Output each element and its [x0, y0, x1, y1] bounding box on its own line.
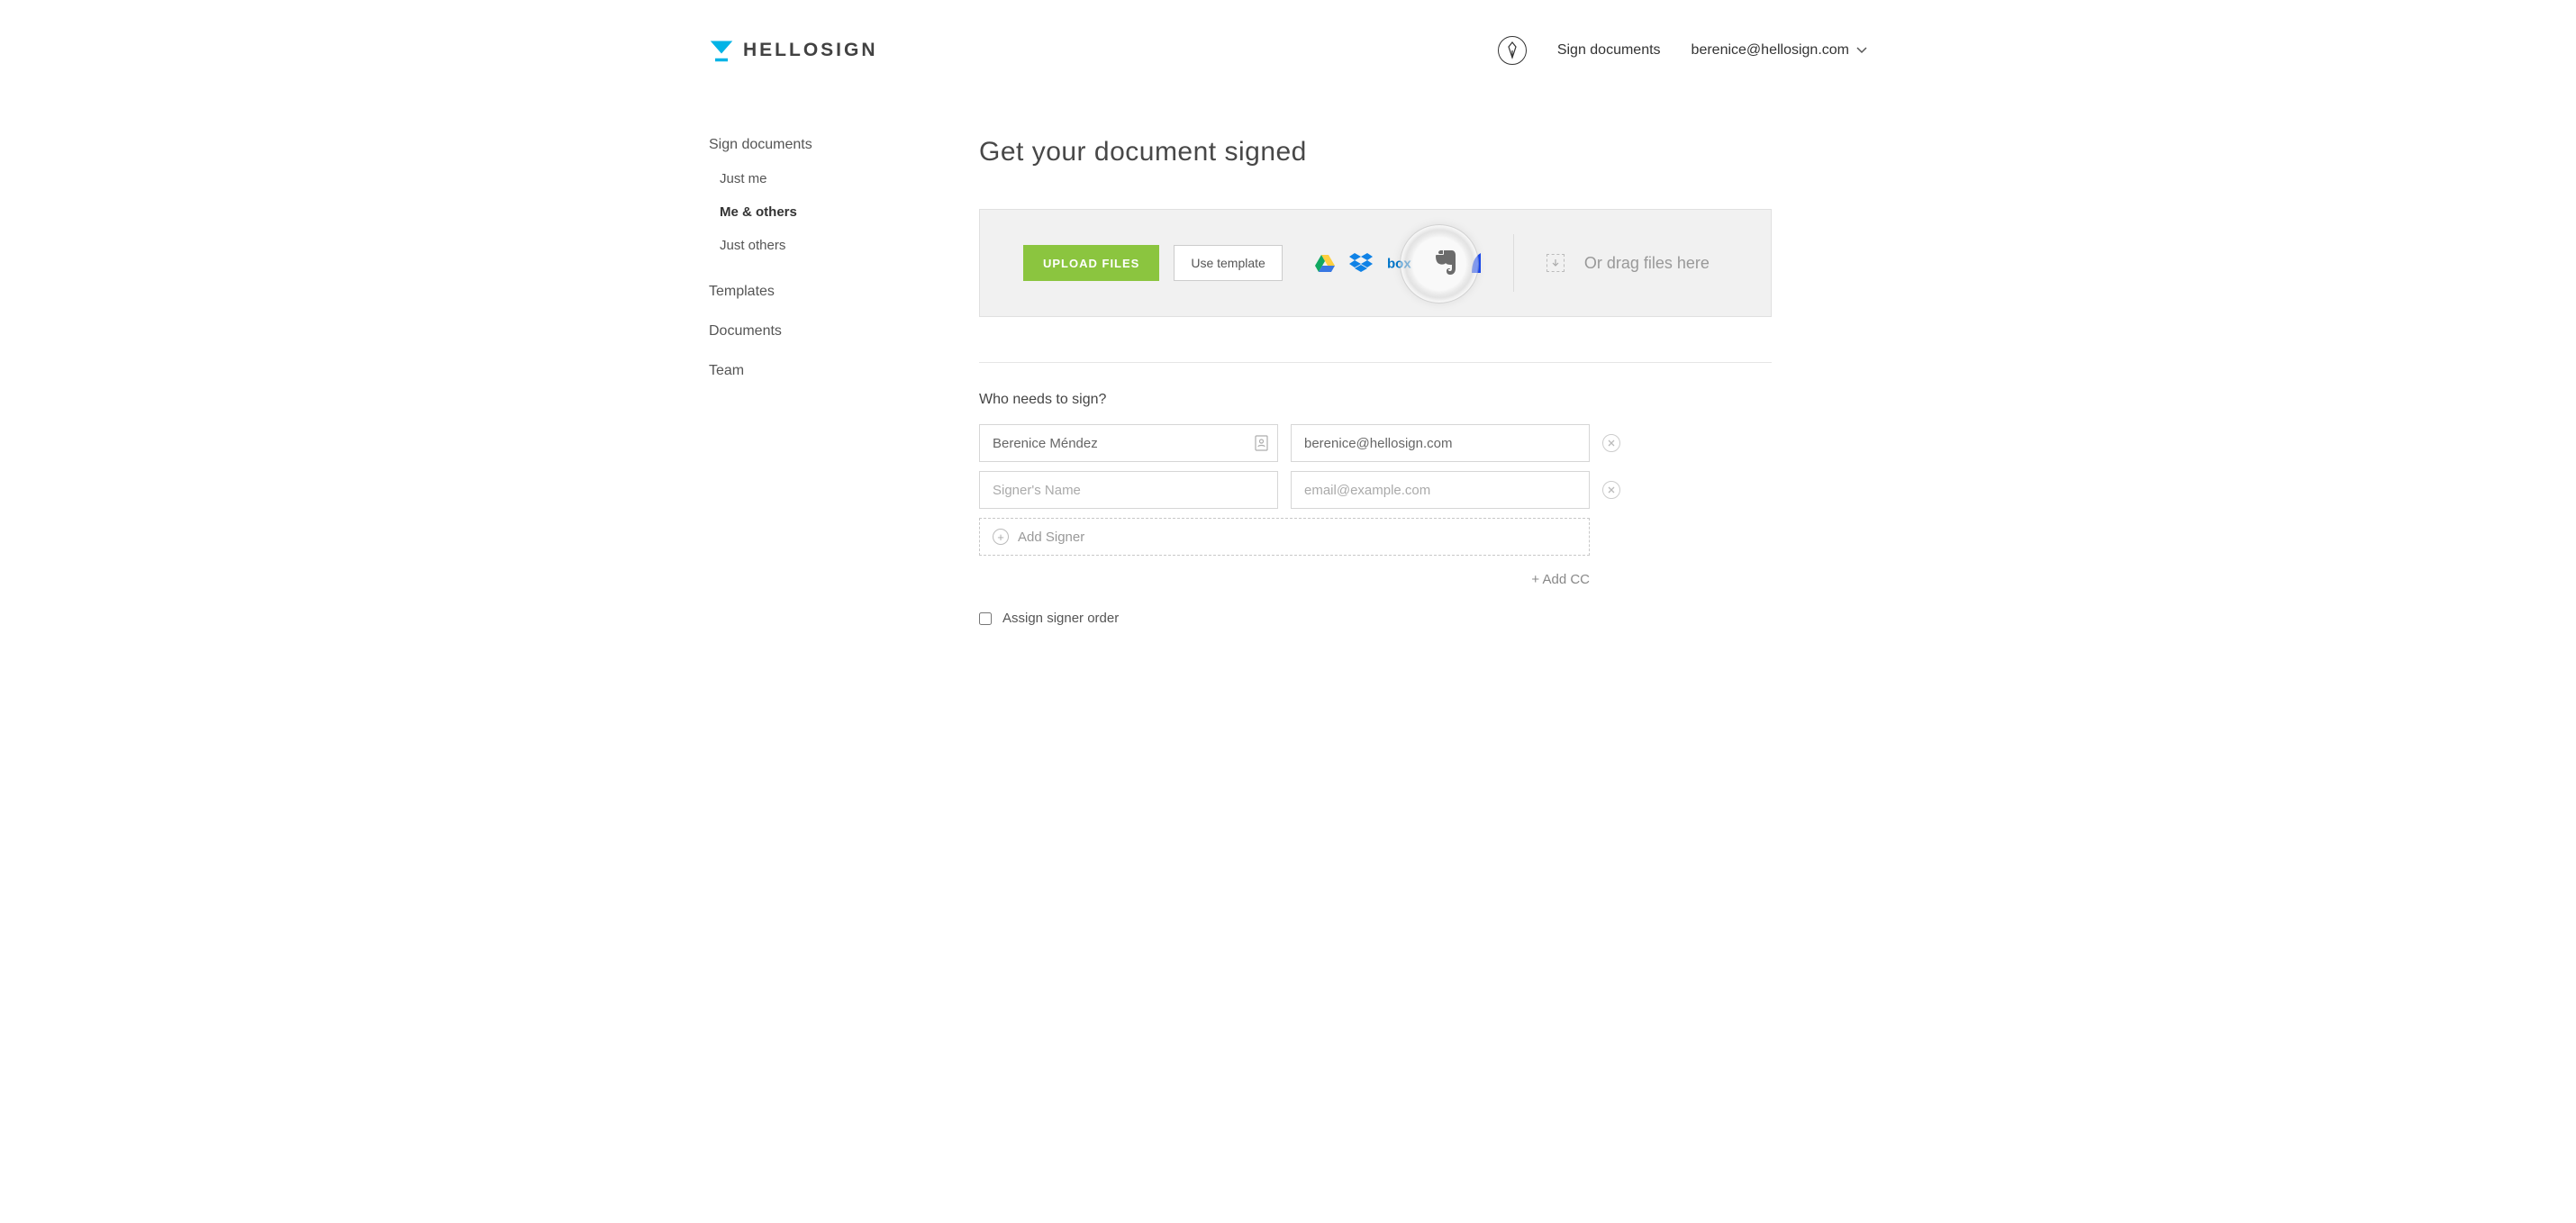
chevron-down-icon — [1856, 47, 1867, 54]
download-icon — [1547, 254, 1565, 272]
signer-name-input[interactable] — [979, 424, 1278, 462]
signer-email-input[interactable] — [1291, 471, 1590, 509]
signer-email-input[interactable] — [1291, 424, 1590, 462]
drag-drop-area[interactable]: Or drag files here — [1547, 254, 1710, 273]
signer-row — [979, 471, 1772, 509]
logo[interactable]: HELLOSIGN — [709, 38, 878, 63]
user-menu[interactable]: berenice@hellosign.com — [1692, 42, 1867, 59]
logo-text: HELLOSIGN — [743, 40, 878, 61]
sidebar-item-templates[interactable]: Templates — [709, 284, 853, 300]
assign-order-checkbox[interactable] — [979, 612, 992, 625]
upload-files-button[interactable]: UPLOAD FILES — [1023, 245, 1159, 281]
close-icon — [1608, 486, 1615, 494]
remove-signer-button[interactable] — [1602, 434, 1620, 452]
dropbox-icon[interactable] — [1349, 253, 1373, 273]
add-signer-label: Add Signer — [1018, 530, 1084, 545]
page-title: Get your document signed — [979, 137, 1772, 168]
divider — [979, 362, 1772, 363]
close-icon — [1608, 439, 1615, 447]
hellosign-logo-icon — [709, 38, 734, 63]
box-icon[interactable]: box — [1387, 254, 1420, 272]
use-template-button[interactable]: Use template — [1174, 245, 1282, 281]
onedrive-icon[interactable] — [1472, 253, 1481, 273]
sidebar-item-just-others[interactable]: Just others — [720, 238, 853, 253]
divider — [1513, 234, 1514, 292]
sidebar-item-just-me[interactable]: Just me — [720, 171, 853, 186]
sidebar-item-documents[interactable]: Documents — [709, 323, 853, 340]
upload-panel: UPLOAD FILES Use template box — [979, 209, 1772, 317]
sidebar-item-me-and-others[interactable]: Me & others — [720, 204, 853, 220]
drag-text: Or drag files here — [1584, 254, 1710, 273]
assign-order-label: Assign signer order — [1002, 611, 1119, 626]
add-signer-button[interactable]: + Add Signer — [979, 518, 1590, 556]
assign-order-row[interactable]: Assign signer order — [979, 611, 1772, 626]
remove-signer-button[interactable] — [1602, 481, 1620, 499]
signer-row — [979, 424, 1772, 462]
who-signs-label: Who needs to sign? — [979, 392, 1772, 408]
contacts-icon[interactable] — [1255, 435, 1269, 451]
sidebar-item-sign-documents[interactable]: Sign documents — [709, 137, 853, 153]
add-cc-button[interactable]: + Add CC — [979, 572, 1590, 587]
evernote-icon[interactable] — [1434, 250, 1457, 276]
user-email-text: berenice@hellosign.com — [1692, 42, 1849, 59]
pen-icon[interactable] — [1498, 36, 1527, 65]
sidebar-item-team[interactable]: Team — [709, 363, 853, 379]
sidebar: Sign documents Just me Me & others Just … — [709, 137, 853, 626]
plus-icon: + — [993, 529, 1009, 545]
sign-documents-link[interactable]: Sign documents — [1557, 42, 1661, 59]
google-drive-icon[interactable] — [1315, 254, 1335, 272]
svg-text:box: box — [1387, 256, 1411, 271]
signer-name-input[interactable] — [979, 471, 1278, 509]
